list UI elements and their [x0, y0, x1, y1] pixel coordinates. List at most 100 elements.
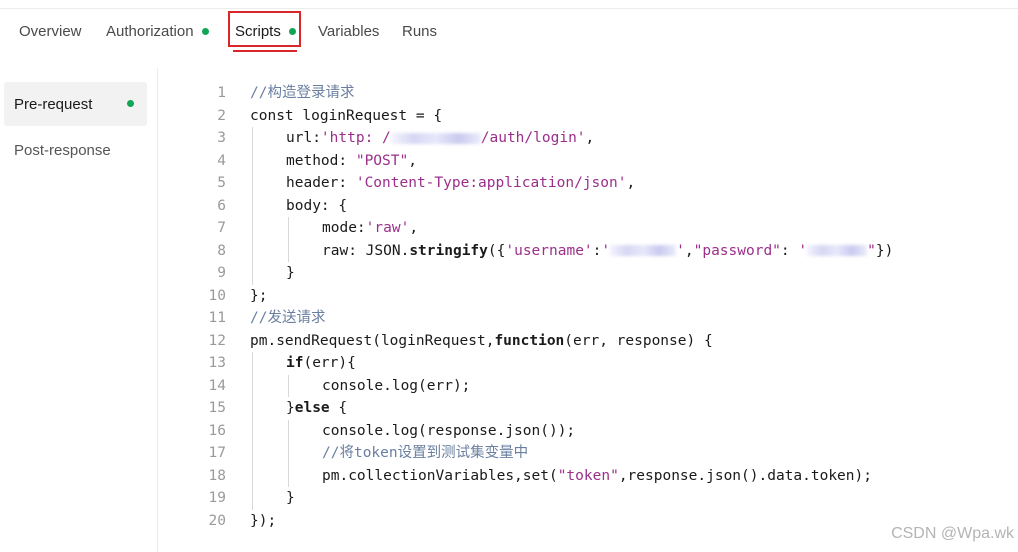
code-token: "password" — [693, 242, 781, 259]
code-text: pm.collectionVariables,set("token",respo… — [322, 465, 872, 488]
code-token: //构造登录请求 — [250, 85, 355, 101]
tab-authorization[interactable]: Authorization — [106, 23, 209, 40]
line-number: 14 — [208, 377, 226, 394]
line-number: 6 — [217, 197, 226, 214]
code-token: if — [286, 355, 304, 371]
code-text: //将token设置到测试集变量中 — [322, 442, 528, 465]
code-token: /auth/login' — [480, 130, 586, 146]
line-number: 4 — [217, 152, 226, 169]
code-token: console.log(err); — [322, 377, 471, 394]
line-number: 11 — [208, 310, 226, 326]
code-text: header: 'Content-Type:application/json', — [286, 172, 635, 195]
code-text: console.log(response.json()); — [322, 420, 575, 443]
code-token: "token" — [557, 467, 619, 484]
code-token: pm.collectionVariables,set( — [322, 467, 558, 484]
status-dot-icon — [127, 100, 134, 107]
indent-guide — [288, 419, 289, 487]
indent-guide — [252, 352, 253, 510]
code-token: }; — [250, 287, 268, 304]
script-sidebar: Pre-request Post-response — [0, 72, 156, 552]
line-number: 7 — [217, 220, 226, 236]
annotation-highlight-box — [228, 11, 301, 47]
code-token: 'username' — [505, 242, 593, 259]
code-token: "POST" — [355, 152, 409, 169]
code-text: }; — [250, 285, 267, 308]
sidebar-item-pre-request[interactable]: Pre-request — [4, 82, 147, 126]
code-token: method: — [286, 152, 356, 169]
code-token: url: — [286, 130, 321, 146]
code-token: , — [409, 220, 419, 236]
redacted-text — [610, 245, 677, 256]
line-number: 18 — [208, 467, 226, 484]
line-number: 3 — [217, 130, 226, 146]
code-token: 'http: / — [320, 130, 391, 146]
code-text: if(err){ — [286, 352, 356, 375]
code-token: { — [329, 400, 348, 416]
line-number: 5 — [217, 175, 226, 191]
code-token: , — [408, 152, 417, 169]
code-token: const loginRequest = { — [250, 107, 443, 124]
active-tab-indicator — [233, 50, 297, 52]
tab-variables[interactable]: Variables — [318, 23, 379, 40]
code-token: //发送请求 — [250, 310, 326, 326]
code-token: } — [286, 400, 295, 416]
code-text: url:'http: / /auth/login', — [286, 127, 594, 150]
line-number: 13 — [208, 355, 226, 371]
code-token: , — [585, 130, 595, 146]
code-text: const loginRequest = { — [250, 105, 442, 128]
code-token: }) — [875, 242, 894, 259]
line-number: 1 — [217, 85, 226, 101]
code-token: header: — [286, 175, 356, 191]
line-number: 19 — [208, 490, 226, 506]
line-number: 2 — [217, 107, 226, 124]
code-token: raw: JSON. — [322, 242, 410, 259]
code-text: console.log(err); — [322, 375, 470, 398]
line-number: 9 — [217, 265, 226, 281]
line-number: 16 — [208, 422, 226, 439]
code-token: 'raw' — [365, 220, 410, 236]
code-token: ' — [798, 242, 808, 259]
code-text: mode:'raw', — [322, 217, 418, 240]
code-text: raw: JSON.stringify({'username':' ',"pass… — [322, 240, 893, 263]
code-token: , — [626, 175, 636, 191]
tab-overview[interactable]: Overview — [19, 23, 82, 40]
line-number: 20 — [208, 512, 226, 529]
code-token: (err){ — [303, 355, 356, 371]
code-text: }); — [250, 510, 276, 533]
code-token: mode: — [322, 220, 366, 236]
code-token: stringify — [409, 242, 488, 259]
code-text: } — [286, 262, 295, 285]
line-number: 8 — [217, 242, 226, 259]
code-token: , — [684, 242, 694, 259]
sidebar-item-post-response[interactable]: Post-response — [4, 128, 147, 172]
code-token: } — [286, 265, 295, 281]
indent-guide — [288, 217, 289, 262]
code-text: }else { — [286, 397, 347, 420]
code-token: }); — [250, 512, 277, 529]
code-token: function — [494, 332, 565, 349]
code-text: body: { — [286, 195, 347, 218]
code-text: //发送请求 — [250, 307, 325, 330]
code-token: ({ — [487, 242, 506, 259]
code-token: body: { — [286, 197, 348, 214]
watermark: CSDN @Wpa.wk — [891, 525, 1014, 542]
tab-runs[interactable]: Runs — [402, 23, 437, 40]
redacted-text — [390, 132, 481, 144]
code-token: ' — [676, 242, 685, 259]
code-token: " — [867, 242, 876, 259]
redacted-text — [807, 245, 868, 256]
code-token: pm.sendRequest(loginRequest, — [250, 332, 495, 349]
sidebar-divider — [157, 68, 158, 552]
code-token: (err, response) { — [564, 332, 713, 349]
line-number: 10 — [208, 287, 226, 304]
line-number: 15 — [208, 400, 226, 416]
code-text: } — [286, 487, 295, 510]
code-token: 'Content-Type:application/json' — [355, 175, 627, 191]
code-token: : — [780, 242, 799, 259]
indent-guide — [288, 374, 289, 397]
code-token: ' — [601, 242, 611, 259]
code-token: ,response.json().data.token); — [618, 467, 872, 484]
code-text: method: "POST", — [286, 150, 417, 173]
code-text: //构造登录请求 — [250, 82, 354, 105]
code-editor[interactable]: 1 //构造登录请求 2 const loginRequest = { 3 url:'ht… — [170, 82, 1018, 532]
